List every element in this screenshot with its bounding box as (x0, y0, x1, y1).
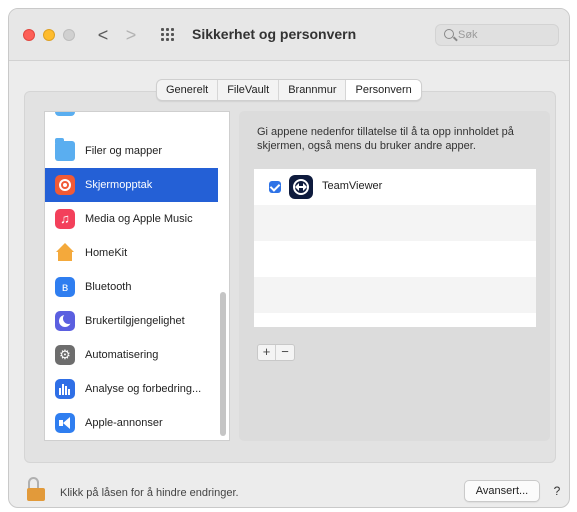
sidebar-item-label: Filer og mapper (85, 145, 163, 157)
app-list: TeamViewer (254, 169, 536, 327)
megaphone-icon (55, 413, 75, 433)
folder-icon (55, 138, 75, 161)
permission-description: Gi appene nedenfor tillatelse til å ta o… (257, 126, 514, 152)
add-remove-controls: + − (257, 344, 295, 361)
title-bar: < > Sikkerhet og personvern (9, 9, 569, 61)
close-window-button[interactable] (23, 29, 35, 41)
chevron-right-icon: > (125, 25, 137, 45)
search-input[interactable] (458, 27, 554, 43)
help-button[interactable]: ? (549, 483, 565, 499)
app-name: TeamViewer (322, 180, 383, 192)
sidebar-item-label: Skjermopptak (85, 179, 153, 191)
list-item[interactable]: TeamViewer (254, 169, 536, 205)
remove-app-button[interactable]: − (276, 345, 294, 360)
sidebar-item-screen-recording[interactable]: Skjermopptak (45, 168, 218, 202)
sidebar-item-apple-advertising[interactable]: Apple-annonser (45, 406, 218, 440)
sidebar-scrollbar[interactable] (220, 292, 226, 436)
sidebar-item-label: HomeKit (85, 247, 128, 259)
music-icon: ♫ (55, 209, 75, 229)
bluetooth-icon: ʙ (55, 277, 75, 297)
gear-icon: ⚙ (55, 345, 75, 365)
home-icon (55, 243, 75, 263)
sidebar-item-media-and-apple-music[interactable]: ♫ Media og Apple Music (45, 202, 218, 236)
system-preferences-window: < > Sikkerhet og personvern Generelt Fil… (8, 8, 570, 508)
tab-personvern[interactable]: Personvern (346, 80, 421, 100)
back-button[interactable]: < (93, 23, 113, 47)
permissions-panel: Gi appene nedenfor tillatelse til å ta o… (239, 111, 550, 441)
zoom-window-button[interactable] (63, 29, 75, 41)
screen-recording-icon (55, 175, 75, 195)
sidebar-item-accessibility[interactable]: Brukertilgjengelighet (45, 304, 218, 338)
tab-filevault[interactable]: FileVault (218, 80, 280, 100)
forward-button[interactable]: > (121, 23, 141, 47)
partial-item-top (55, 112, 75, 116)
lock-hint-text: Klikk på låsen for å hindre endringer. (60, 487, 239, 499)
minimize-window-button[interactable] (43, 29, 55, 41)
accessibility-icon (55, 311, 75, 331)
sidebar-item-label: Apple-annonser (85, 417, 163, 429)
sidebar-item-bluetooth[interactable]: ʙ Bluetooth (45, 270, 218, 304)
add-app-button[interactable]: + (258, 345, 276, 360)
tab-generelt[interactable]: Generelt (157, 80, 219, 100)
teamviewer-checkbox[interactable] (269, 181, 281, 193)
privacy-category-list[interactable]: Filer og mapper Skjermopptak ♫ Media og … (44, 111, 230, 441)
chevron-left-icon: < (97, 25, 109, 45)
show-all-grid-icon[interactable] (161, 28, 177, 42)
tab-brannmur[interactable]: Brannmur (279, 80, 347, 100)
sidebar-item-files-and-folders[interactable]: Filer og mapper (45, 134, 218, 168)
empty-row (254, 277, 536, 313)
sidebar-item-label: Brukertilgjengelighet (85, 315, 185, 327)
sidebar-item-label: Analyse og forbedring... (85, 383, 202, 395)
teamviewer-icon (289, 175, 313, 199)
tab-bar: Generelt FileVault Brannmur Personvern (156, 79, 422, 101)
sidebar-item-label: Bluetooth (85, 281, 132, 293)
empty-row (254, 205, 536, 241)
sidebar-item-analytics[interactable]: Analyse og forbedring... (45, 372, 218, 406)
search-icon (444, 29, 454, 39)
sidebar-item-label: Automatisering (85, 349, 159, 361)
search-box[interactable] (435, 24, 559, 46)
sidebar-item-automation[interactable]: ⚙ Automatisering (45, 338, 218, 372)
analytics-icon (55, 379, 75, 399)
advanced-button[interactable]: Avansert... (464, 480, 540, 502)
footer-bar: Klikk på låsen for å hindre endringer. A… (9, 471, 569, 507)
sidebar-item-label: Media og Apple Music (85, 213, 193, 225)
sidebar-item-homekit[interactable]: HomeKit (45, 236, 218, 270)
empty-row (254, 241, 536, 277)
lock-icon[interactable] (27, 477, 45, 501)
window-title: Sikkerhet og personvern (192, 26, 357, 42)
